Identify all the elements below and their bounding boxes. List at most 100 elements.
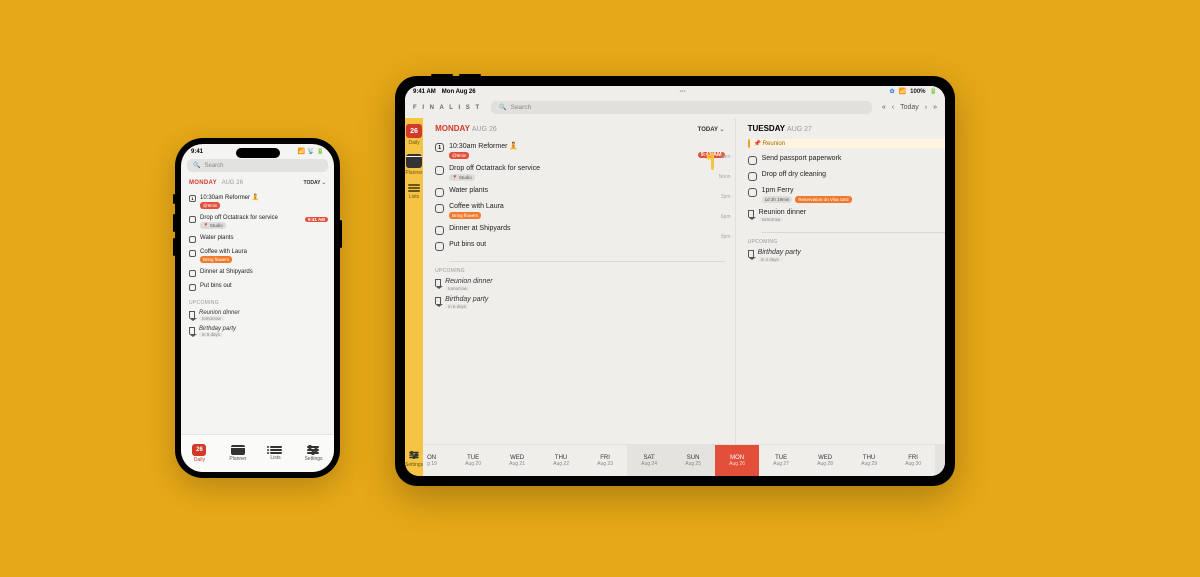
week-day[interactable]: THUAug 29 [847,445,891,476]
checkbox[interactable] [435,204,444,213]
pill: Bring flowers [200,256,232,263]
sidebar-item-settings[interactable]: Settings [405,450,423,468]
checkbox[interactable] [748,188,757,197]
task-row[interactable]: Water plants [189,232,326,246]
checkbox[interactable] [189,236,196,243]
timeline: 9am☀️Noon3pm6pm9pm [715,154,731,436]
week-day[interactable]: TUEAug 20 [451,445,495,476]
week-day[interactable]: FRIAug 30 [891,445,935,476]
status-time: 9:41 [191,149,203,155]
nav-prev[interactable]: ‹ [892,104,894,111]
upcoming-item[interactable]: Birthday partyin 5 days [435,294,725,312]
tab-planner[interactable]: Planner [229,445,246,462]
wifi-icon: 📶 [899,88,906,95]
bookmark-icon [435,279,441,286]
task-row[interactable]: Drop off Octatrack for service📍 Studio [189,212,326,232]
blank-task-line[interactable] [449,254,725,262]
tab-settings[interactable]: Settings [304,445,322,462]
nav-next[interactable]: › [925,104,927,111]
signal-icon: 📶 [298,148,305,155]
task-row[interactable]: Send passport paperwork [748,152,945,168]
week-strip[interactable]: ONg 19TUEAug 20WEDAug 21THUAug 22FRIAug … [423,444,945,476]
battery-label: 100% [910,89,925,95]
checkbox[interactable] [189,270,196,277]
task-row[interactable]: Drop off dry cleaning [748,168,945,184]
pill: @9min [200,202,220,209]
settings-icon [409,451,419,459]
search-input[interactable]: Search [491,101,872,114]
battery-icon: 🔋 [930,88,937,95]
task-row[interactable]: Drop off Octatrack for service📍 Studio [435,162,725,184]
upcoming-item[interactable]: Reunion dinnertomorrow [189,308,326,324]
ipad-status-bar: 9:41 AM Mon Aug 26 ••• ✿ 📶 100% 🔋 [405,86,945,97]
nav-today[interactable]: Today [900,104,919,111]
task-title: Dinner at Shipyards [200,269,326,275]
bookmark-icon [189,327,195,334]
settings-icon [307,445,319,455]
upcoming-item[interactable]: Reunion dinnertomorrow [435,276,725,294]
week-day[interactable]: SATAug 24 [627,445,671,476]
battery-icon: 🔋 [317,148,324,155]
search-input[interactable]: Search [187,159,328,172]
upcoming-item[interactable]: Birthday partyin 5 days [189,324,326,340]
week-day[interactable]: THUAug 22 [539,445,583,476]
task-row[interactable]: Put bins out [189,280,326,294]
checkbox[interactable] [189,284,196,291]
tab-lists[interactable]: Lists [270,446,282,461]
sidebar-item-lists[interactable]: Lists [408,184,420,200]
task-row[interactable]: Coffee with LauraBring flowers [189,246,326,266]
sidebar-item-planner[interactable]: Planner [405,154,422,176]
checkbox[interactable] [435,166,444,175]
bookmark-icon [189,311,195,318]
week-day[interactable]: SATAug 31 [935,445,945,476]
checkbox[interactable] [748,156,757,165]
handle-icon: ••• [476,89,890,95]
week-day[interactable]: WEDAug 28 [803,445,847,476]
task-row[interactable]: Coffee with LauraBring flowers [435,200,725,222]
task-row[interactable]: Reunion dinnertomorrow [748,206,945,225]
app-brand: F I N A L I S T [413,105,481,111]
checkbox[interactable] [748,172,757,181]
checkbox[interactable]: 1 [189,195,196,202]
task-row[interactable]: Put bins out [435,238,725,254]
task-row[interactable]: Dinner at Shipyards [435,222,725,238]
bookmark-icon [748,250,754,257]
day-header-dow: MONDAY [189,180,217,186]
day-banner: 📌 Reunion [748,139,945,148]
nav-prev-fast[interactable]: « [882,104,886,111]
calendar-badge-icon: 26 [406,124,422,138]
week-day[interactable]: MONAug 26 [715,445,759,476]
sidebar-item-daily[interactable]: 26 Daily [406,124,422,146]
day-header-date: AUG 26 [222,180,243,186]
checkbox[interactable] [435,226,444,235]
task-row[interactable]: 1pm Ferry1d 3h 19minReservation on Visa … [748,184,945,206]
checkbox[interactable] [435,242,444,251]
week-day[interactable]: WEDAug 21 [495,445,539,476]
planner-icon [406,154,422,168]
lists-icon [408,184,420,192]
week-day[interactable]: FRIAug 23 [583,445,627,476]
blank-task-line[interactable] [762,225,945,233]
checkbox[interactable] [189,250,196,257]
task-row[interactable]: Dinner at Shipyards [189,266,326,280]
checkbox[interactable] [189,216,196,223]
upcoming-item[interactable]: Birthday partyin 4 days [748,247,945,265]
iphone-frame: 9:41 📶 📡 🔋 Search MONDAY AUG 26 TODAY 9:… [175,138,340,478]
ipad-screen: 9:41 AM Mon Aug 26 ••• ✿ 📶 100% 🔋 F I N … [405,86,945,476]
tab-daily[interactable]: 26 Daily [192,444,206,463]
bookmark-icon [435,297,441,304]
task-row[interactable]: 110:30am Reformer 🧘@9min [435,139,725,162]
upcoming-label: UPCOMING [435,268,725,274]
column-label[interactable]: TODAY [698,126,725,133]
week-day[interactable]: SUNAug 25 [671,445,715,476]
checkbox[interactable] [435,188,444,197]
day-header-label[interactable]: TODAY [304,180,326,186]
week-day[interactable]: ONg 19 [423,445,451,476]
iphone-screen: 9:41 📶 📡 🔋 Search MONDAY AUG 26 TODAY 9:… [181,144,334,472]
task-row[interactable]: 110:30am Reformer 🧘@9min [189,191,326,212]
checkbox[interactable]: 1 [435,143,444,152]
task-row[interactable]: Water plants [435,184,725,200]
pill: 1d 3h 19min [762,196,793,203]
week-day[interactable]: TUEAug 27 [759,445,803,476]
nav-next-fast[interactable]: » [933,104,937,111]
